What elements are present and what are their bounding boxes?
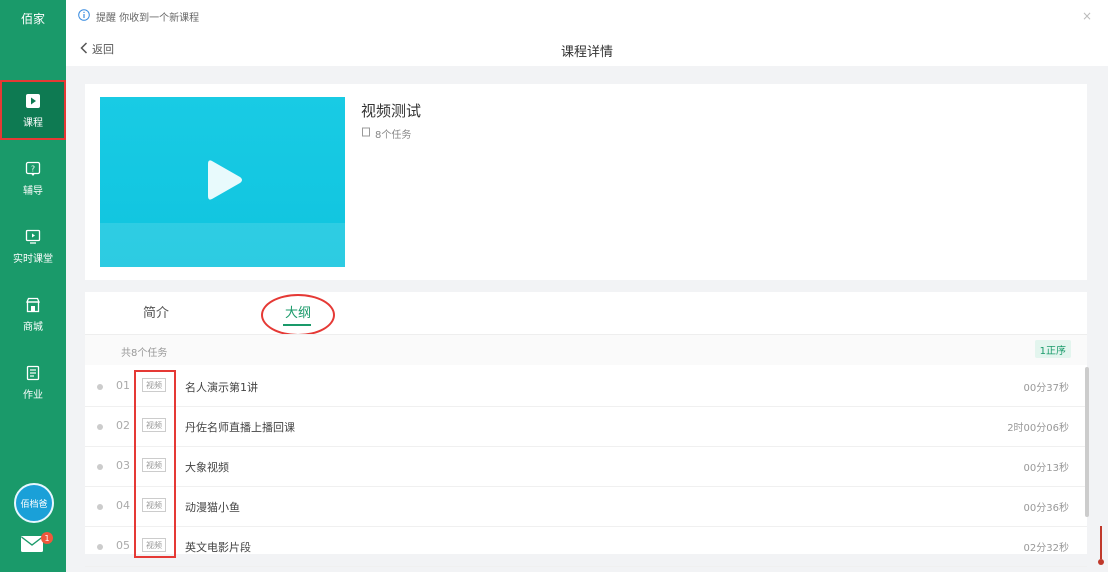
annotation-box <box>134 370 176 558</box>
item-name[interactable]: 动漫猫小鱼 <box>185 499 240 515</box>
list-item[interactable]: 02 视频 丹佐名师直播上播回课 2时00分06秒 <box>85 407 1087 447</box>
question-icon: ? <box>24 160 42 178</box>
sort-order-button[interactable]: 1正序 <box>1034 340 1071 358</box>
status-dot <box>97 384 103 390</box>
close-icon[interactable]: × <box>1082 9 1092 23</box>
sidebar-item-homework[interactable]: 作业 <box>0 352 66 412</box>
course-cover[interactable] <box>100 97 345 267</box>
item-number: 02 <box>116 419 130 432</box>
homework-icon <box>24 364 42 382</box>
item-duration: 2时00分06秒 <box>1007 423 1069 434</box>
sidebar-item-course[interactable]: 课程 <box>0 80 66 140</box>
notice-bar: 提醒 你收到一个新课程 × <box>66 0 1108 33</box>
list-item[interactable]: 05 视频 英文电影片段 02分32秒 <box>85 527 1087 567</box>
course-card: 视频测试 8个任务 <box>85 84 1087 280</box>
item-name[interactable]: 英文电影片段 <box>185 539 251 555</box>
sidebar-item-label: 辅导 <box>23 185 43 197</box>
item-name[interactable]: 大象视频 <box>185 459 229 475</box>
item-duration: 00分36秒 <box>1023 503 1069 514</box>
task-list: 01 视频 名人演示第1讲 00分37秒 02 视频 丹佐名师直播上播回课 2时… <box>85 367 1087 567</box>
status-dot <box>97 544 103 550</box>
play-icon[interactable] <box>204 157 244 203</box>
summary-row: 共8个任务 1正序 <box>85 335 1087 365</box>
page-title: 课程详情 <box>560 45 613 60</box>
item-duration: 00分13秒 <box>1023 463 1069 474</box>
item-name[interactable]: 名人演示第1讲 <box>185 379 258 395</box>
task-summary: 共8个任务 <box>121 348 168 359</box>
item-duration: 00分37秒 <box>1023 383 1069 394</box>
list-item[interactable]: 04 视频 动漫猫小鱼 00分36秒 <box>85 487 1087 527</box>
item-name[interactable]: 丹佐名师直播上播回课 <box>185 419 295 435</box>
task-count: 8个任务 <box>375 130 412 141</box>
live-class-icon <box>24 228 42 246</box>
sidebar-item-label: 课程 <box>23 117 43 129</box>
brand-logo: 佰家 <box>20 12 45 26</box>
tab-intro[interactable]: 简介 <box>143 302 169 321</box>
play-square-icon <box>24 92 42 110</box>
svg-text:?: ? <box>31 164 35 173</box>
info-icon <box>78 8 90 24</box>
annotation-circle <box>261 294 335 336</box>
mail-badge: 1 <box>41 532 53 544</box>
sidebar-item-label: 实时课堂 <box>13 253 53 265</box>
list-item[interactable]: 01 视频 名人演示第1讲 00分37秒 <box>85 367 1087 407</box>
list-item[interactable]: 03 视频 大象视频 00分13秒 <box>85 447 1087 487</box>
store-icon <box>24 296 42 314</box>
item-number: 05 <box>116 539 130 552</box>
item-number: 01 <box>116 379 130 392</box>
sidebar-item-store[interactable]: 商城 <box>0 284 66 344</box>
task-meta: 8个任务 <box>361 126 411 141</box>
sidebar: 佰家 课程 ? 辅导 实时课堂 商城 作业 佰档爸 1 <box>0 0 66 572</box>
cover-wave <box>100 223 345 267</box>
page-header: 返回 课程详情 <box>66 32 1108 66</box>
document-icon <box>361 127 371 140</box>
status-dot <box>97 424 103 430</box>
sidebar-item-label: 作业 <box>23 389 43 401</box>
notice-text: 提醒 你收到一个新课程 <box>96 12 200 24</box>
avatar[interactable]: 佰档爸 <box>14 483 54 523</box>
item-duration: 02分32秒 <box>1023 543 1069 554</box>
scrollbar[interactable] <box>1085 367 1089 517</box>
item-number: 03 <box>116 459 130 472</box>
item-number: 04 <box>116 499 130 512</box>
course-title: 视频测试 <box>361 102 422 120</box>
sidebar-item-live-class[interactable]: 实时课堂 <box>0 216 66 276</box>
status-dot <box>97 504 103 510</box>
sidebar-item-label: 商城 <box>23 321 43 333</box>
sidebar-item-tutoring[interactable]: ? 辅导 <box>0 148 66 208</box>
outline-panel: 简介 大纲 共8个任务 1正序 01 视频 名人演示第1讲 00分37秒 02 … <box>85 292 1087 567</box>
thermometer-icon <box>1098 526 1104 566</box>
status-dot <box>97 464 103 470</box>
